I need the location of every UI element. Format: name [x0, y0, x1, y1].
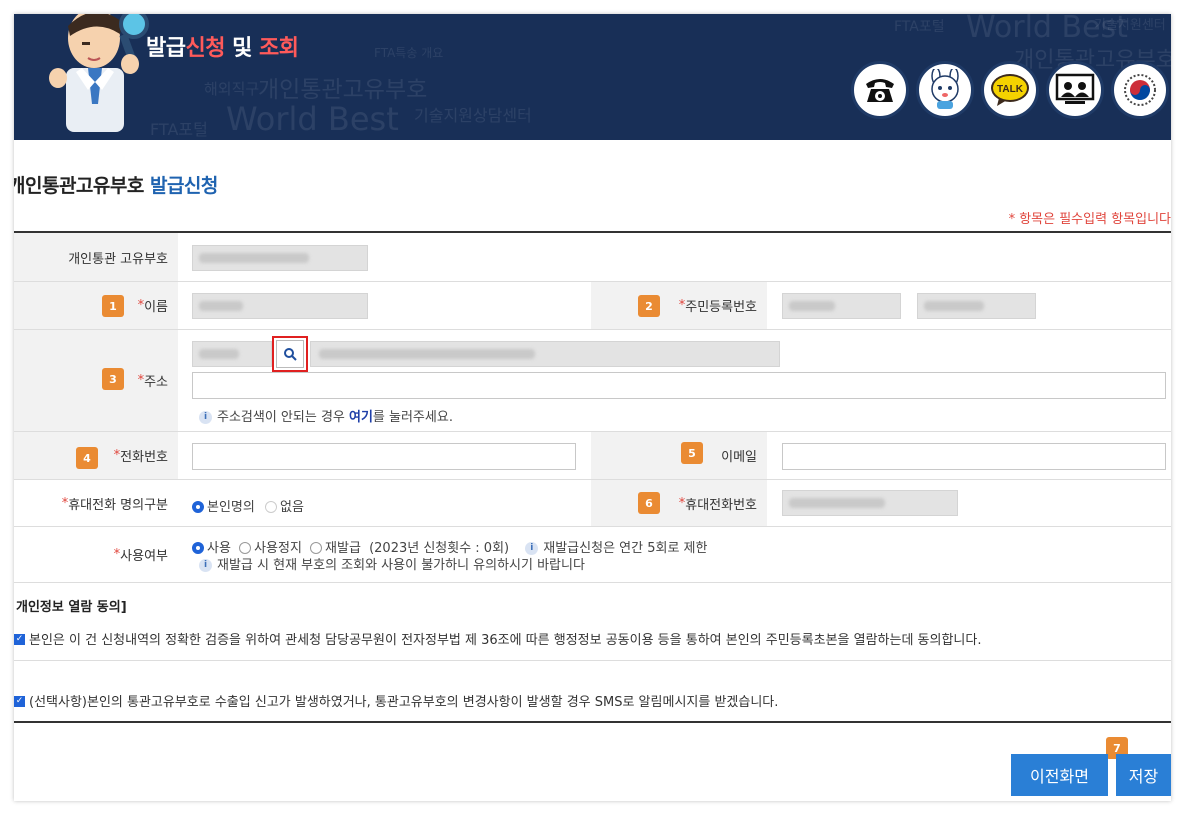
- banner-bg-word: 개인통관고유부호: [258, 77, 428, 103]
- form-row-usage: * 사용여부 사용 사용정지 재발급 (2023년 신청횟수 : 0회) i 재발급…: [14, 527, 1171, 583]
- required-note: * 항목은 필수입력 항목입니다: [1008, 212, 1171, 227]
- svg-text:TALK: TALK: [997, 84, 1024, 95]
- address-help-link[interactable]: 여기: [349, 410, 373, 425]
- radio-none[interactable]: [264, 500, 277, 513]
- remote-support-icon[interactable]: [1046, 61, 1104, 119]
- government-emblem-icon[interactable]: [1111, 61, 1169, 119]
- label-unique-code: 개인통관 고유부호: [14, 233, 178, 281]
- banner-bg-word: 기술지원센터: [1094, 18, 1166, 33]
- rrn-back-field: [917, 293, 1036, 319]
- banner-bg-word: FTA포털: [894, 19, 945, 35]
- label-mobile-owner: * 휴대전화 명의구분: [14, 480, 178, 526]
- email-input[interactable]: [782, 443, 1166, 470]
- radio-use[interactable]: [192, 541, 204, 554]
- banner-bg-word: 기술지원상담센터: [414, 106, 532, 125]
- banner-bg-word: World Best: [226, 100, 399, 138]
- banner-bg-word: FTA포털: [150, 120, 208, 139]
- step-badge-5: 5: [681, 442, 703, 464]
- unique-code-field: [192, 245, 368, 271]
- mascot-illustration: [49, 14, 149, 132]
- popup-window: FTA포털 World Best 개인통관고유부호 기술지원상담센터 해외직구 …: [14, 14, 1171, 801]
- banner-bg-word: FTA특송 개요: [374, 46, 444, 60]
- address-help-text: i 주소검색이 안되는 경우 여기를 눌러주세요.: [199, 406, 453, 425]
- form-row-address: * 주소 3 i 주소검색이 안되는 경우 여기를 눌러주세요.: [14, 330, 1171, 432]
- banner-bg-word: 해외직구: [204, 80, 260, 98]
- label-name: * 이름: [14, 282, 178, 329]
- radio-self-label: 본인명의: [207, 500, 255, 515]
- info-icon: i: [199, 559, 212, 572]
- form-row-unique-code: 개인통관 고유부호: [14, 233, 1171, 282]
- step-badge-6: 6: [638, 492, 660, 514]
- consent-checkbox-2[interactable]: ✓: [14, 696, 25, 707]
- info-icon: i: [199, 411, 212, 424]
- mobile-owner-options: 본인명의 없음: [192, 496, 304, 515]
- application-form: 개인통관 고유부호 * 이름 1 * 주민등록번호 2 * 주소 3 i 주소검색이 안…: [14, 231, 1171, 583]
- form-row-phone: * 전화번호 4 이메일 5: [14, 432, 1171, 480]
- address-search-button[interactable]: [276, 340, 304, 368]
- rrn-front-field: [782, 293, 901, 319]
- consent-item-2: ✓ (선택사항)본인의 통관고유부호로 수출입 신고가 발생하였거나, 통관고유부…: [14, 695, 779, 710]
- step-badge-3: 3: [102, 368, 124, 390]
- address-detail-input[interactable]: [192, 372, 1166, 399]
- header-banner: FTA포털 World Best 개인통관고유부호 기술지원상담센터 해외직구 …: [14, 14, 1171, 140]
- label-rrn: * 주민등록번호: [591, 282, 767, 329]
- label-mobile: * 휴대전화번호: [591, 480, 767, 526]
- label-usage: * 사용여부: [14, 527, 178, 582]
- name-field: [192, 293, 368, 319]
- radio-reissue[interactable]: [310, 541, 323, 554]
- consent-section-title: 개인정보 열람 동의]: [16, 600, 127, 615]
- banner-title: 발급신청 및 조회: [146, 36, 299, 61]
- consent-checkbox-1[interactable]: ✓: [14, 634, 25, 645]
- prev-button[interactable]: 이전화면: [1011, 754, 1108, 796]
- radio-none-label: 없음: [279, 500, 304, 515]
- mobile-field: [782, 490, 958, 516]
- divider: [14, 721, 1171, 723]
- radio-suspend[interactable]: [239, 541, 252, 554]
- address-main-field: [310, 341, 780, 367]
- save-button[interactable]: 저장: [1116, 754, 1171, 796]
- consent-item-1: ✓ 본인은 이 건 신청내역의 정확한 검증을 위하여 관세청 담당공무원이 전자…: [14, 633, 982, 648]
- radio-self[interactable]: [192, 500, 204, 513]
- phone-input[interactable]: [192, 443, 576, 470]
- label-email: 이메일: [591, 432, 767, 479]
- step-badge-4: 4: [76, 447, 98, 469]
- page-title: 개인통관고유부호 발급신청: [14, 175, 218, 197]
- form-row-name: * 이름 1 * 주민등록번호 2: [14, 282, 1171, 330]
- talk-icon[interactable]: TALK: [981, 61, 1039, 119]
- phone-icon[interactable]: [851, 61, 909, 119]
- step-badge-1: 1: [102, 295, 124, 317]
- postal-code-field: [192, 341, 272, 367]
- search-icon: [284, 348, 297, 361]
- reissue-warning: i 재발급 시 현재 부호의 조회와 사용이 불가하니 유의하시기 바랍니다: [199, 554, 585, 573]
- label-address: * 주소: [14, 330, 178, 431]
- form-row-mobile: * 휴대전화 명의구분 본인명의 없음 * 휴대전화번호 6: [14, 480, 1171, 527]
- divider: [14, 660, 1171, 661]
- step-badge-2: 2: [638, 295, 660, 317]
- mascot-icon[interactable]: [916, 61, 974, 119]
